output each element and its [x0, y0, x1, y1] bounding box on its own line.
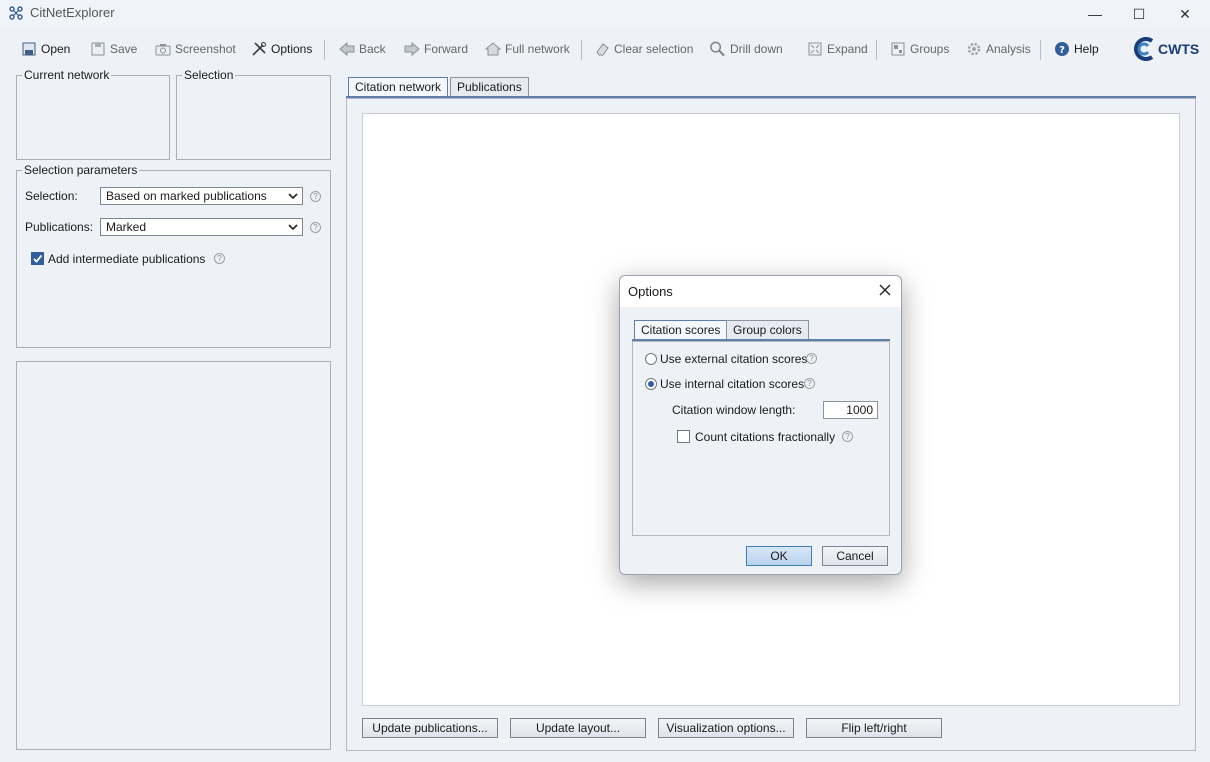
drill-down-button[interactable]: Drill down	[709, 38, 783, 60]
cancel-button[interactable]: Cancel	[822, 546, 888, 566]
help-circle-icon[interactable]: ?	[804, 378, 815, 389]
help-button[interactable]: ? Help	[1053, 38, 1099, 60]
open-icon	[20, 41, 37, 58]
selection-parameters-panel: Selection parameters Selection: Based on…	[16, 163, 331, 348]
forward-button[interactable]: Forward	[403, 38, 468, 60]
ok-button[interactable]: OK	[746, 546, 812, 566]
use-internal-label: Use internal citation scores	[660, 377, 805, 391]
tab-citation-network[interactable]: Citation network	[348, 77, 449, 97]
publications-dropdown[interactable]: Marked	[100, 218, 303, 236]
add-intermediate-checkbox[interactable]	[31, 252, 44, 265]
help-circle-icon[interactable]: ?	[310, 191, 321, 202]
current-network-panel: Current network	[16, 68, 170, 160]
update-publications-button[interactable]: Update publications...	[362, 718, 498, 738]
maximize-button[interactable]: ☐	[1116, 0, 1162, 28]
arrow-right-icon	[403, 41, 420, 58]
toolbar-separator	[324, 40, 325, 60]
help-circle-icon[interactable]: ?	[214, 253, 225, 264]
toolbar: Open Save Screenshot Options Back Forwar…	[0, 34, 1210, 64]
tab-group-colors[interactable]: Group colors	[726, 320, 809, 340]
groups-icon	[889, 41, 906, 58]
title-bar	[0, 0, 1210, 28]
cwts-logo-icon	[1134, 37, 1154, 61]
analysis-button[interactable]: Analysis	[965, 38, 1031, 60]
toolbar-separator	[581, 40, 582, 60]
count-fractionally-label: Count citations fractionally	[695, 430, 836, 444]
gear-icon	[965, 41, 982, 58]
help-icon: ?	[1053, 41, 1070, 58]
citation-window-input[interactable]: 1000	[823, 401, 878, 419]
options-button[interactable]: Options	[250, 38, 312, 60]
use-internal-radio[interactable]	[645, 378, 657, 390]
minimize-button[interactable]: —	[1072, 0, 1118, 28]
chevron-down-icon	[288, 224, 298, 231]
clear-selection-button[interactable]: Clear selection	[593, 38, 693, 60]
app-logo-icon	[9, 6, 23, 20]
open-button[interactable]: Open	[20, 38, 70, 60]
toolbar-separator	[876, 40, 877, 60]
selection-panel: Selection	[176, 68, 331, 160]
help-circle-icon[interactable]: ?	[310, 222, 321, 233]
current-network-title: Current network	[22, 68, 112, 82]
selection-label: Selection:	[25, 189, 78, 203]
close-icon[interactable]	[877, 282, 893, 298]
tab-citation-scores[interactable]: Citation scores	[634, 320, 728, 340]
save-icon	[89, 41, 106, 58]
full-network-button[interactable]: Full network	[484, 38, 570, 60]
magnifier-icon	[709, 41, 726, 58]
flip-left-right-button[interactable]: Flip left/right	[806, 718, 942, 738]
back-button[interactable]: Back	[338, 38, 386, 60]
camera-icon	[154, 41, 171, 58]
selection-title: Selection	[182, 68, 236, 82]
help-circle-icon[interactable]: ?	[806, 353, 817, 364]
dialog-title: Options	[628, 284, 673, 299]
groups-button[interactable]: Groups	[889, 38, 949, 60]
expand-icon	[806, 41, 823, 58]
checkmark-icon	[33, 254, 43, 263]
save-button[interactable]: Save	[89, 38, 137, 60]
home-icon	[484, 41, 501, 58]
screenshot-button[interactable]: Screenshot	[154, 38, 236, 60]
visualization-options-button[interactable]: Visualization options...	[658, 718, 794, 738]
update-layout-button[interactable]: Update layout...	[510, 718, 646, 738]
tab-publications[interactable]: Publications	[450, 77, 529, 97]
publications-label: Publications:	[25, 220, 94, 234]
use-external-label: Use external citation scores	[660, 352, 808, 366]
citation-window-label: Citation window length:	[672, 403, 796, 417]
close-window-button[interactable]: ✕	[1162, 0, 1208, 28]
help-circle-icon[interactable]: ?	[842, 431, 853, 442]
chevron-down-icon	[288, 193, 298, 200]
add-intermediate-label: Add intermediate publications	[48, 252, 206, 266]
toolbar-separator	[1040, 40, 1041, 60]
details-panel	[16, 361, 331, 750]
eraser-icon	[593, 41, 610, 58]
count-fractionally-checkbox[interactable]	[677, 430, 690, 443]
expand-button[interactable]: Expand	[806, 38, 868, 60]
options-dialog: Options Citation scores Group colors Use…	[619, 275, 902, 575]
use-external-radio[interactable]	[645, 353, 657, 365]
arrow-left-icon	[338, 41, 355, 58]
tools-icon	[250, 41, 267, 58]
selection-parameters-title: Selection parameters	[22, 163, 140, 177]
window-title: CitNetExplorer	[30, 5, 115, 20]
svg-text:?: ?	[1059, 45, 1065, 56]
brand-logo: CWTS	[1132, 37, 1199, 61]
selection-dropdown[interactable]: Based on marked publications	[100, 187, 303, 205]
